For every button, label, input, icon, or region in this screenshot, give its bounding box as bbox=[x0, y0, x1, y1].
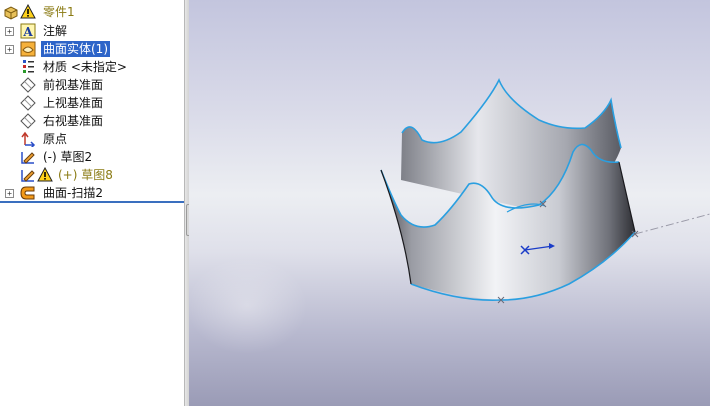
annotations-icon: A bbox=[20, 23, 36, 39]
plane-icon bbox=[20, 113, 36, 129]
tree-item-label: 右视基准面 bbox=[43, 114, 104, 128]
sketch-icon bbox=[21, 152, 35, 164]
tree-item-origin[interactable]: 原点 bbox=[0, 130, 184, 148]
tree-item-label: 曲面-扫描2 bbox=[43, 186, 103, 200]
tree-item-label: (+) 草图8 bbox=[58, 168, 113, 182]
tree-separator bbox=[0, 201, 184, 203]
material-icon bbox=[23, 60, 34, 73]
graphics-viewport[interactable] bbox=[189, 0, 710, 406]
tree-item-label: 上视基准面 bbox=[43, 96, 104, 110]
plane-icon bbox=[20, 77, 36, 93]
expand-toggle[interactable]: + bbox=[5, 27, 14, 36]
surface-bodies-icon bbox=[20, 41, 36, 57]
tree-item-part[interactable]: 零件1 bbox=[0, 3, 184, 21]
crown-surface-model bbox=[189, 78, 710, 354]
part-icon bbox=[4, 6, 18, 20]
origin-icon bbox=[21, 131, 36, 147]
plane-icon bbox=[20, 95, 36, 111]
tree-item-sketch8[interactable]: (+) 草图8 bbox=[0, 166, 184, 184]
tree-item-label: 原点 bbox=[43, 132, 68, 146]
feature-manager-tree: 零件1 + A 注解 + 曲面实体(1) 材质 <未指定> 前视基准面 上视基准… bbox=[0, 0, 184, 406]
sweep-path-line bbox=[634, 213, 710, 235]
tree-item-front-plane[interactable]: 前视基准面 bbox=[0, 76, 184, 94]
tree-item-surface-bodies[interactable]: + 曲面实体(1) bbox=[0, 40, 184, 58]
tree-item-label: 注解 bbox=[43, 24, 68, 38]
svg-text:A: A bbox=[22, 25, 33, 39]
tree-item-top-plane[interactable]: 上视基准面 bbox=[0, 94, 184, 112]
tree-item-right-plane[interactable]: 右视基准面 bbox=[0, 112, 184, 130]
warning-icon bbox=[20, 4, 36, 19]
expand-toggle[interactable]: + bbox=[5, 45, 14, 54]
tree-item-label: 前视基准面 bbox=[43, 78, 104, 92]
tree-item-label: 材质 <未指定> bbox=[43, 60, 127, 74]
expand-toggle[interactable]: + bbox=[5, 189, 14, 198]
tree-item-label: 零件1 bbox=[43, 5, 75, 19]
warning-icon bbox=[37, 167, 53, 182]
tree-item-material[interactable]: 材质 <未指定> bbox=[0, 58, 184, 76]
tree-item-sweep-surface[interactable]: + 曲面-扫描2 bbox=[0, 184, 184, 202]
sweep-surface-icon bbox=[20, 186, 35, 200]
tree-item-label: (-) 草图2 bbox=[43, 150, 93, 164]
sketch-icon bbox=[21, 170, 35, 182]
light-reflection bbox=[189, 258, 307, 354]
tree-item-sketch2[interactable]: (-) 草图2 bbox=[0, 148, 184, 166]
tree-item-label: 曲面实体(1) bbox=[41, 41, 110, 57]
tree-item-annotations[interactable]: + A 注解 bbox=[0, 22, 184, 40]
